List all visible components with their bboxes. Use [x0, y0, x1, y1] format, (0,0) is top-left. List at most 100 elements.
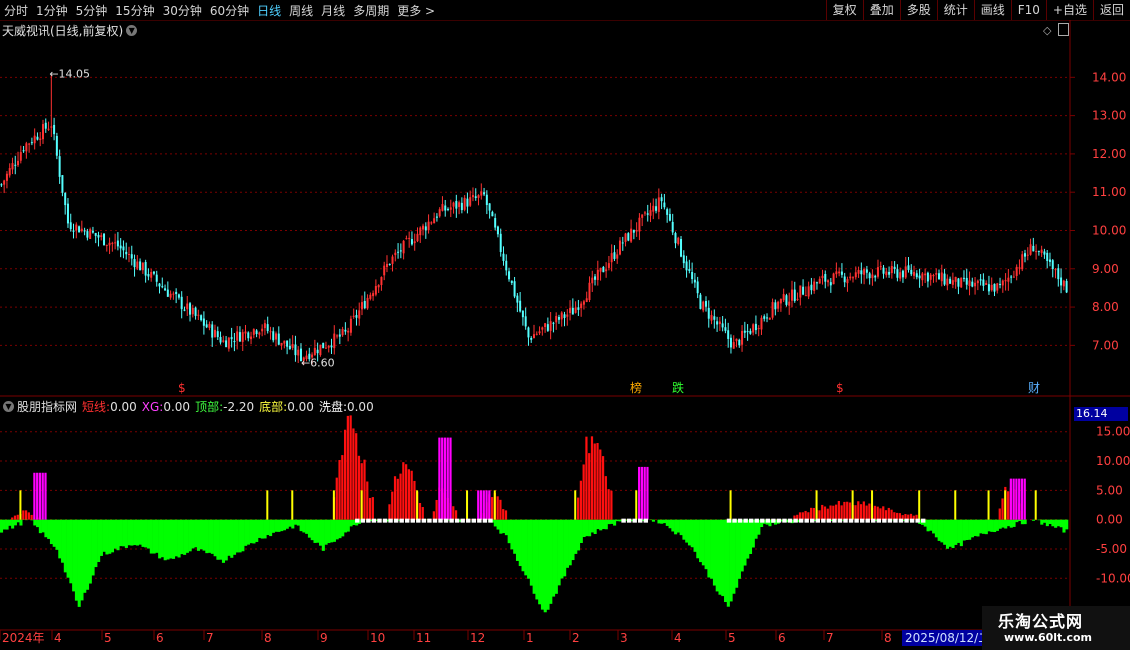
white-bar: [876, 518, 882, 523]
green-bar: [1020, 519, 1024, 525]
green-bar: [219, 519, 223, 560]
candle-body: [996, 283, 999, 291]
candle-body: [5, 173, 8, 181]
red-bar: [13, 515, 17, 520]
green-bar: [5, 519, 9, 530]
green-bar: [582, 519, 586, 538]
white-bar: [454, 518, 460, 523]
time-label: 12: [470, 631, 485, 645]
candle-body: [158, 283, 161, 287]
green-bar: [269, 519, 273, 537]
red-bar: [1001, 498, 1004, 520]
candle-body: [1040, 249, 1043, 253]
green-bar: [671, 519, 675, 532]
green-bar: [277, 519, 281, 532]
green-bar: [499, 519, 503, 534]
candle-body: [191, 307, 194, 315]
green-bar: [932, 519, 936, 534]
green-bar: [349, 519, 353, 527]
green-bar: [604, 519, 608, 530]
candle-body: [832, 273, 835, 285]
white-bar: [726, 518, 732, 523]
green-bar: [665, 519, 669, 526]
yellow-bar: [291, 490, 294, 520]
candle-body: [444, 205, 447, 211]
candle-body: [286, 340, 289, 347]
white-bar: [810, 518, 815, 523]
candle-body: [327, 345, 330, 348]
candle-body: [594, 276, 597, 280]
candle-body: [89, 229, 92, 239]
candle-body: [458, 202, 461, 207]
white-bar: [837, 518, 843, 523]
chart-canvas[interactable]: 14.0013.0012.0011.0010.009.008.007.0015.…: [0, 0, 1130, 650]
candle-body: [566, 314, 569, 317]
green-bar: [16, 519, 20, 523]
candle-body: [394, 252, 397, 256]
green-bar: [507, 519, 511, 544]
candle-body: [616, 254, 619, 259]
white-bar: [438, 518, 443, 523]
candle-body: [538, 331, 541, 334]
green-bar: [246, 519, 250, 545]
green-bar: [208, 519, 212, 553]
yellow-bar: [493, 490, 496, 520]
green-bar: [1045, 519, 1049, 527]
candle-body: [1057, 268, 1060, 280]
candle-body: [815, 282, 818, 284]
green-bar: [44, 519, 48, 538]
white-bar: [909, 518, 915, 523]
green-bar: [493, 519, 497, 527]
red-bar: [599, 449, 602, 520]
candle-body: [144, 262, 147, 276]
green-bar: [957, 519, 961, 543]
red-bar: [343, 429, 347, 520]
green-bar: [80, 519, 84, 601]
green-bar: [171, 519, 176, 559]
green-bar: [607, 519, 611, 525]
candle-body: [896, 269, 899, 278]
candle-body: [546, 324, 549, 331]
green-bar: [740, 519, 744, 572]
candle-body: [799, 285, 802, 298]
candle-body: [680, 239, 683, 257]
green-bar: [984, 519, 988, 535]
white-bar: [460, 518, 465, 523]
white-bar: [871, 518, 876, 523]
candle-body: [266, 324, 269, 332]
candle-body: [64, 192, 67, 206]
candle-body: [377, 285, 380, 288]
candle-body: [865, 269, 868, 273]
candle-body: [127, 253, 130, 255]
green-bar: [529, 519, 533, 586]
red-bar: [882, 506, 885, 520]
candle-body: [258, 332, 261, 335]
event-marker: $: [178, 381, 186, 395]
candle-body: [552, 322, 555, 324]
candle-body: [319, 344, 322, 356]
candle-body: [272, 331, 275, 341]
high-label: ←14.05: [49, 67, 90, 80]
red-bar: [862, 501, 865, 520]
red-bar: [405, 464, 408, 520]
green-bar: [319, 519, 323, 546]
green-bar: [119, 519, 123, 547]
red-bar: [396, 478, 399, 520]
candle-body: [1012, 276, 1015, 278]
yellow-bar: [360, 490, 363, 520]
candle-body: [147, 274, 150, 277]
candle-body: [483, 192, 486, 195]
candle-body: [330, 345, 333, 348]
green-bar: [183, 519, 187, 555]
candle-body: [502, 253, 505, 261]
yellow-bar: [987, 490, 990, 520]
candle-body: [749, 330, 752, 334]
candle-body: [796, 298, 799, 300]
candle-body: [804, 295, 807, 297]
green-bar: [135, 519, 140, 546]
candle-body: [613, 252, 616, 259]
candle-body: [352, 315, 355, 317]
event-marker: 财: [1028, 381, 1040, 395]
white-bar: [893, 518, 898, 523]
candle-body: [904, 266, 907, 278]
